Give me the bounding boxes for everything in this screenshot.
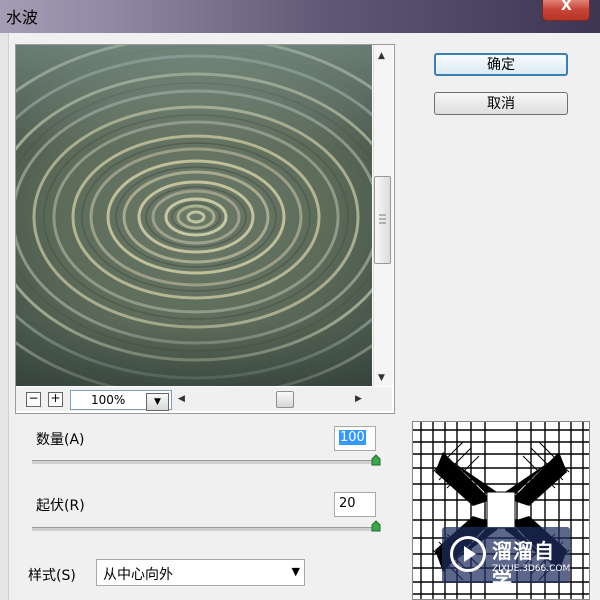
ridges-value: 20 [339,496,356,511]
chevron-down-icon: ▼ [154,397,161,407]
scroll-right-icon[interactable]: ▶ [355,394,362,404]
ridges-input[interactable]: 20 [334,492,376,517]
ridges-slider-thumb[interactable] [371,520,381,532]
ok-button[interactable]: 确定 [434,53,568,76]
watermark-url: ZIXUE.3D66.COM [492,564,571,574]
close-button[interactable]: X [542,0,590,21]
amount-input[interactable]: 100 [334,426,376,451]
zoom-out-button[interactable]: − [26,392,41,407]
ridges-label: 起伏(R) [36,498,85,514]
scroll-down-icon[interactable]: ▼ [378,373,385,383]
preview-image[interactable] [16,45,372,386]
chevron-down-icon: ▼ [291,565,300,578]
vertical-scroll-thumb[interactable] [374,176,391,264]
scroll-up-icon[interactable]: ▲ [378,51,385,61]
amount-slider-thumb[interactable] [371,454,381,466]
amount-label: 数量(A) [36,432,85,448]
close-icon: X [561,0,572,14]
horizontal-scroll-thumb[interactable] [276,391,294,408]
watermark: 溜溜自学 ZIXUE.3D66.COM [442,527,571,592]
style-select[interactable]: 从中心向外 ▼ [96,559,305,586]
window-title: 水波 [6,8,39,27]
title-bar: 水波 X [0,0,600,33]
ridges-slider-track[interactable] [32,527,378,531]
zoom-value: 100% [91,393,126,407]
cancel-button[interactable]: 取消 [434,92,568,115]
window-left-edge [0,33,9,600]
scroll-left-icon[interactable]: ◀ [178,394,185,404]
style-label: 样式(S) [28,568,76,584]
amount-value: 100 [339,430,366,445]
amount-slider-track[interactable] [32,460,378,464]
zoom-in-button[interactable]: + [48,392,63,407]
play-logo-icon [450,536,486,572]
zoom-dropdown-button[interactable]: ▼ [146,393,169,411]
style-value: 从中心向外 [103,567,173,583]
